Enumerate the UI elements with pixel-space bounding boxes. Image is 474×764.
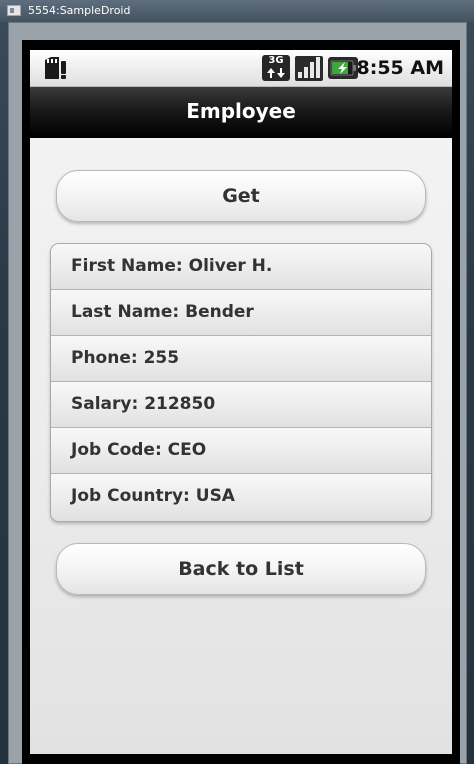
list-item-salary[interactable]: Salary: 212850 bbox=[51, 382, 431, 428]
list-item-last-name[interactable]: Last Name: Bender bbox=[51, 290, 431, 336]
window-title: 5554:SampleDroid bbox=[28, 4, 131, 17]
sd-card-warning-icon bbox=[45, 57, 66, 79]
list-item-job-country[interactable]: Job Country: USA bbox=[51, 474, 431, 521]
list-item-job-code[interactable]: Job Code: CEO bbox=[51, 428, 431, 474]
window-titlebar[interactable]: 5554:SampleDroid bbox=[0, 0, 474, 22]
status-bar: 3G 8:55 AM bbox=[30, 50, 452, 87]
signal-bar bbox=[298, 72, 302, 78]
battery-charging-icon bbox=[328, 57, 358, 79]
3g-data-icon: 3G bbox=[262, 55, 290, 81]
back-to-list-button[interactable]: Back to List bbox=[56, 543, 426, 595]
employee-details-list: First Name: Oliver H. Last Name: Bender … bbox=[50, 243, 432, 522]
signal-bar bbox=[304, 67, 308, 78]
emulator-window: 5554:SampleDroid 3G 8:55 AM Employee Get… bbox=[0, 0, 474, 764]
title-bar: Employee bbox=[30, 87, 452, 138]
status-clock: 8:55 AM bbox=[356, 57, 445, 79]
list-item-first-name[interactable]: First Name: Oliver H. bbox=[51, 244, 431, 290]
signal-strength-icon bbox=[295, 56, 323, 81]
get-button[interactable]: Get bbox=[56, 170, 426, 222]
network-type-label: 3G bbox=[268, 55, 284, 66]
screen-title: Employee bbox=[186, 99, 296, 123]
signal-bar bbox=[310, 62, 314, 78]
signal-bar bbox=[316, 57, 320, 78]
list-item-phone[interactable]: Phone: 255 bbox=[51, 336, 431, 382]
device-screen: 3G 8:55 AM Employee Get First Name: Oliv… bbox=[30, 50, 452, 754]
app-window-icon bbox=[7, 5, 21, 16]
data-arrows-icon bbox=[267, 68, 285, 78]
